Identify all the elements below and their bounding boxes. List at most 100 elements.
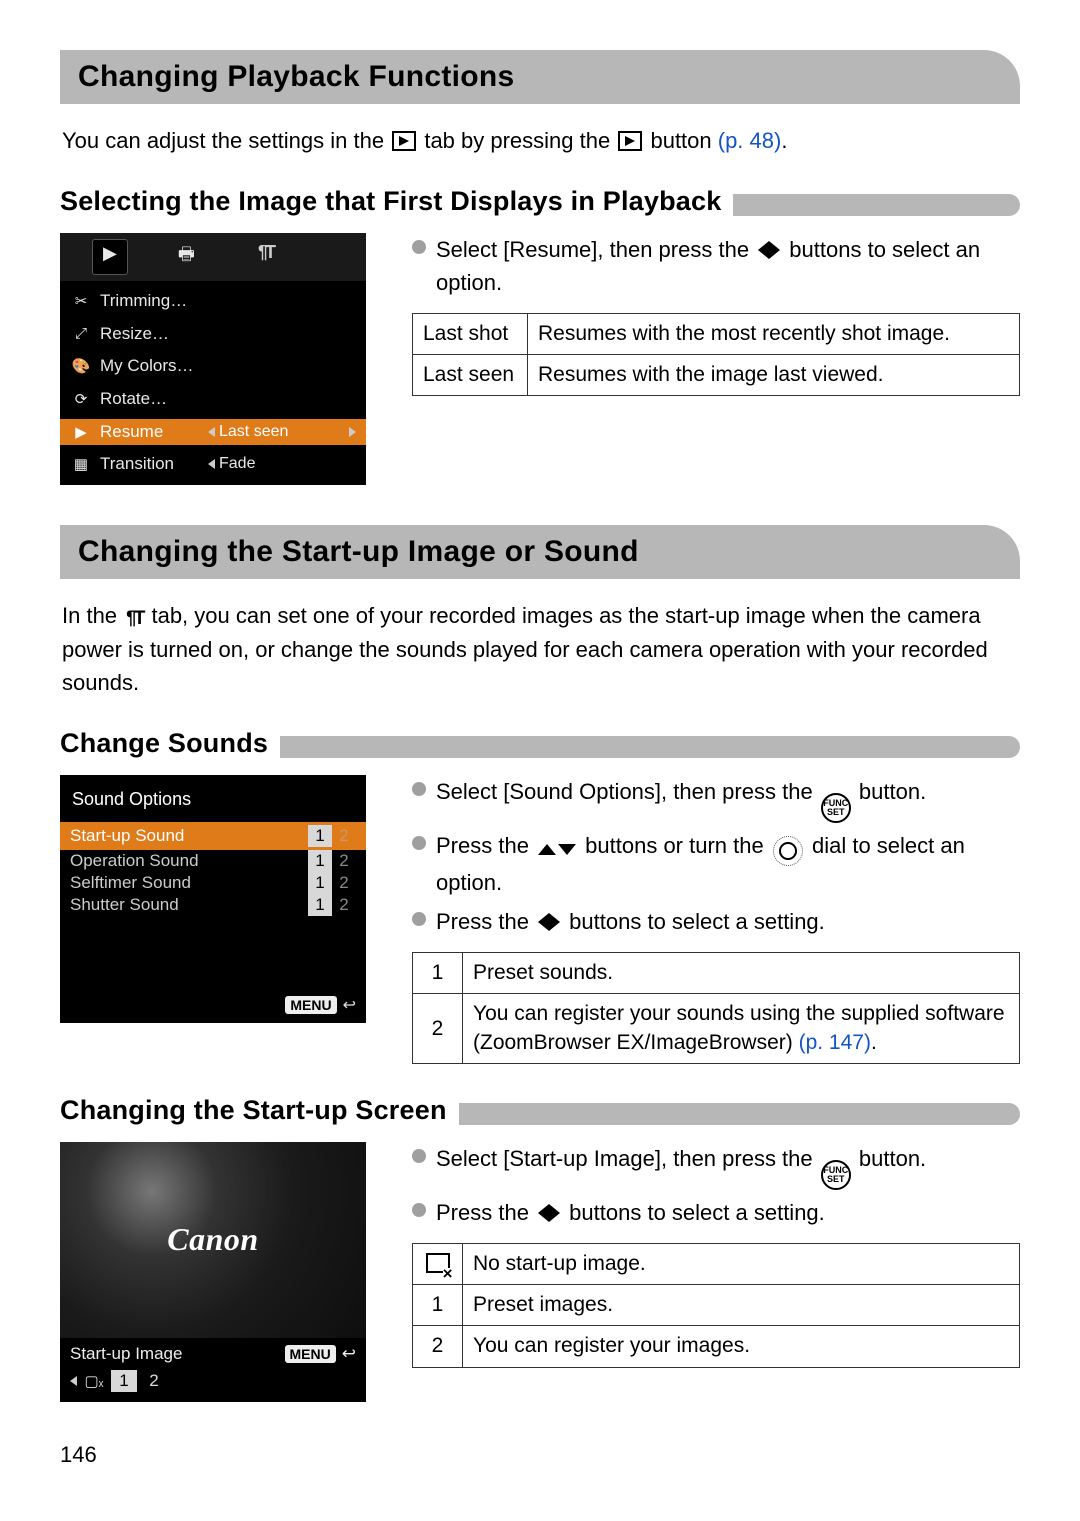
left-right-arrows-icon (538, 1204, 560, 1222)
left-right-arrows-icon (758, 241, 780, 259)
camera-screenshot-startup-image: Canon Start-up Image MENU ↩ ▢ₓ12 (60, 1142, 366, 1402)
playback-button-icon (618, 131, 642, 151)
text: buttons or turn the (585, 833, 770, 858)
cell-2: 2 (413, 1326, 463, 1367)
cam-sound-row: Start-up Sound12 (60, 822, 366, 850)
back-icon: ↩ (342, 1344, 356, 1364)
cam-menu-row: ✂ Trimming… (60, 288, 366, 314)
cam-sound-opt: 2 (332, 894, 356, 916)
bullet-leftright-setting: Press the buttons to select a setting. (412, 1196, 1020, 1229)
cam-sound-label: Shutter Sound (70, 895, 308, 915)
cam-row-label: Trimming… (100, 291, 200, 311)
cam-row-icon: ✂ (70, 292, 92, 310)
left-arrow-icon (70, 1376, 77, 1386)
cell-last-seen-label: Last seen (413, 355, 528, 396)
control-dial-icon (773, 836, 803, 866)
camera-screenshot-resume: ▶ 🖶 ¶T ✂ Trimming… ⤢Resize… 🎨My Colors… ⟳ Rot… (60, 233, 366, 485)
cam-row-label: Resume (100, 422, 200, 442)
text: tab, you can set one of your recorded im… (62, 603, 988, 696)
text: You can adjust the settings in the (62, 128, 390, 153)
menu-button-icon: MENU (285, 1345, 336, 1363)
cam-sound-label: Operation Sound (70, 851, 308, 871)
subheading-select-image: Selecting the Image that First Displays … (60, 185, 721, 219)
text: Press the (436, 909, 535, 934)
canon-logo: Canon (167, 1221, 258, 1258)
cam-sound-opts: 12 (308, 894, 356, 916)
cam-options: ▢ₓ12 (70, 1370, 356, 1392)
intro-playback: You can adjust the settings in the tab b… (62, 124, 1018, 157)
text: tab by pressing the (424, 128, 616, 153)
cam-sound-opt: 2 (332, 872, 356, 894)
cam-row-label: Transition (100, 454, 200, 474)
menu-button-icon: MENU (285, 996, 336, 1014)
cam-row-icon: ▦ (70, 455, 92, 473)
cam-sound-opt: 1 (308, 825, 332, 847)
text: button. (859, 1146, 926, 1171)
cam-sound-opt: 2 (332, 825, 356, 847)
cam-tabs: ▶ 🖶 ¶T (60, 233, 366, 281)
text: You can register your sounds using the s… (473, 1002, 1005, 1053)
cam-menu-row: ⟳ Rotate… (60, 386, 366, 412)
cam-row-label: Resize… (100, 324, 200, 344)
back-icon: ↩ (343, 995, 356, 1015)
text: Press the (436, 833, 535, 858)
page-heading-playback: Changing Playback Functions (60, 50, 1020, 104)
cam-row-value: Fade (208, 455, 356, 473)
cam-sound-label: Start-up Sound (70, 826, 308, 846)
func-set-button-icon: FUNC SET (821, 793, 851, 823)
cell-1: 1 (413, 1285, 463, 1326)
bullet-sound-options: Select [Sound Options], then press the F… (412, 775, 1020, 823)
cam-menu: ✂Trimming…⤢Resize…🎨My Colors…⟳Rotate…▶Re… (60, 281, 366, 485)
page-number: 146 (60, 1442, 1020, 1468)
cam-row-label: Rotate… (100, 389, 200, 409)
subheading-row: Selecting the Image that First Displays … (60, 185, 1020, 219)
cam-sound-row: Operation Sound12 (70, 850, 356, 872)
cell-no-startup: No start-up image. (463, 1243, 1020, 1284)
cell-preset-sounds: Preset sounds. (463, 953, 1020, 994)
cam-sound-label: Selftimer Sound (70, 873, 308, 893)
tools-tab-icon: ¶T (126, 605, 142, 634)
page-heading-startup: Changing the Start-up Image or Sound (60, 525, 1020, 579)
intro-startup: In the ¶T tab, you can set one of your r… (62, 599, 1018, 700)
cam-sound-opts: 12 (308, 825, 356, 847)
cam-sound-opt: 1 (308, 872, 332, 894)
no-image-icon (426, 1253, 450, 1273)
subheading-rule (459, 1103, 1020, 1125)
page-ref-48[interactable]: (p. 48) (718, 128, 782, 153)
cam-preview-area: Canon (60, 1142, 366, 1338)
func-set-button-icon: FUNC SET (821, 1160, 851, 1190)
page-ref-147[interactable]: (p. 147) (799, 1031, 871, 1054)
left-right-arrows-icon (538, 913, 560, 931)
text: Select [Resume], then press the (436, 237, 755, 262)
text: button. (859, 779, 926, 804)
resume-options-table: Last shot Resumes with the most recently… (412, 313, 1020, 397)
cam-menu-row: ▦ Transition Fade (60, 451, 366, 477)
cam-row-value: Last seen (208, 423, 356, 441)
cell-register-sounds: You can register your sounds using the s… (463, 994, 1020, 1064)
cam-startup-opt: 2 (141, 1370, 167, 1392)
cam-sound-opt: 1 (308, 894, 332, 916)
cam-startup-opt: 1 (111, 1370, 137, 1392)
cam-footer: MENU ↩ (70, 995, 356, 1015)
subheading-row: Change Sounds (60, 727, 1020, 761)
cam-menu-row: 🎨My Colors… (60, 353, 366, 379)
cam-menu-row: ⤢Resize… (60, 321, 366, 347)
cam-sound-row: Selftimer Sound12 (70, 872, 356, 894)
text: Select [Sound Options], then press the (436, 779, 819, 804)
text: . (781, 128, 787, 153)
cam-row-icon: ⟳ (70, 390, 92, 408)
cell-last-shot-label: Last shot (413, 313, 528, 354)
subheading-rule (733, 194, 1020, 216)
bullet-leftright-setting: Press the buttons to select a setting. (412, 905, 1020, 938)
cell-last-seen-desc: Resumes with the image last viewed. (528, 355, 1020, 396)
cam-sound-opt: 1 (308, 850, 332, 872)
cell-preset-images: Preset images. (463, 1285, 1020, 1326)
text: button (650, 128, 717, 153)
cam-sound-opts: 12 (308, 872, 356, 894)
cam-row-icon: 🎨 (70, 357, 92, 375)
startup-image-table: No start-up image. 1 Preset images. 2 Yo… (412, 1243, 1020, 1368)
text: buttons to select a setting. (569, 909, 825, 934)
cam-startup-opt: ▢ₓ (81, 1370, 107, 1392)
cam-tab-tools-icon: ¶T (248, 239, 283, 275)
cam-tab-print-icon: 🖶 (168, 239, 205, 275)
